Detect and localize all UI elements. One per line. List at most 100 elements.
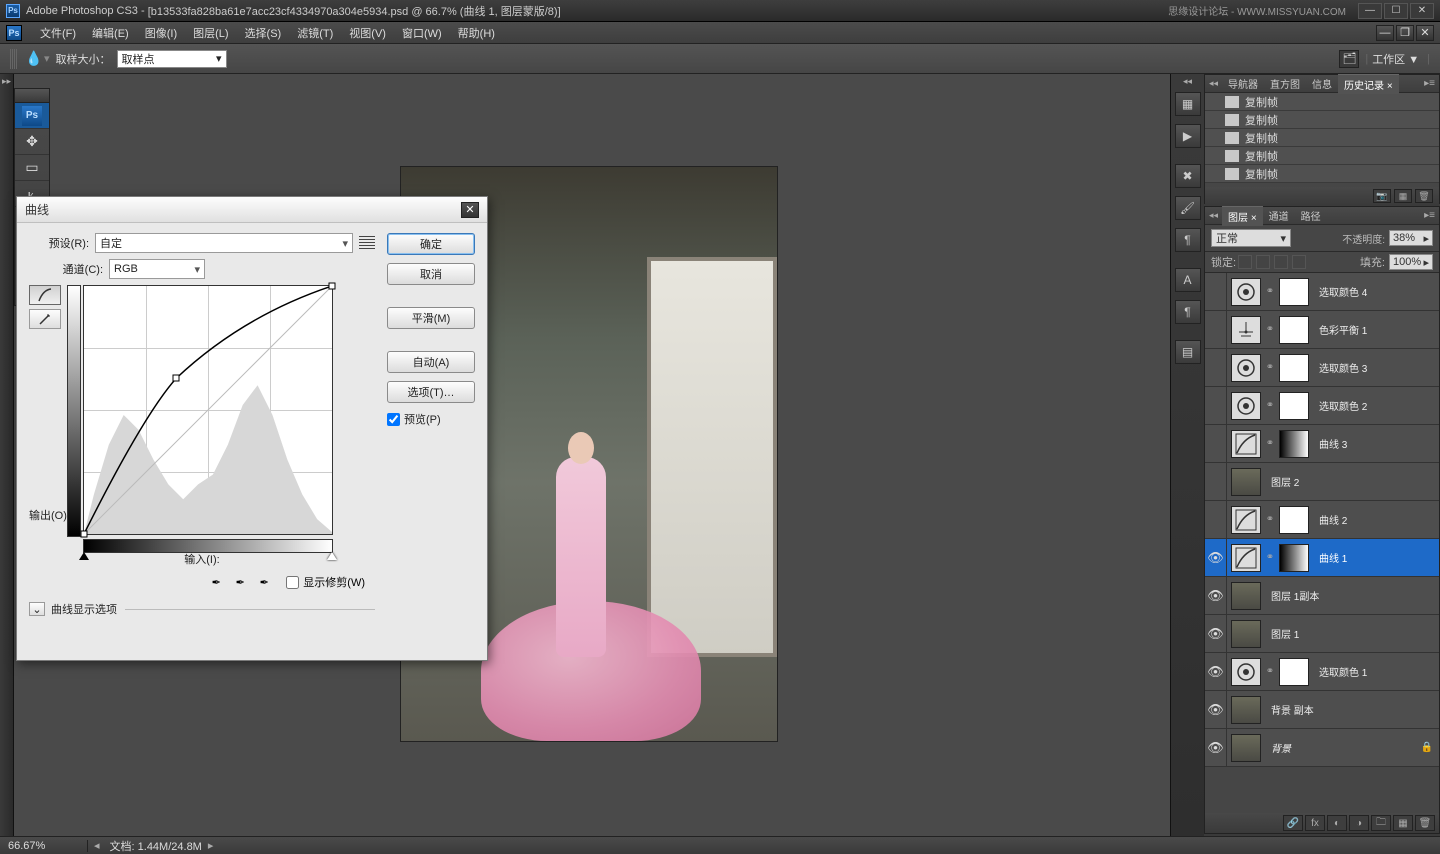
dock-icon-5[interactable]: ¶ bbox=[1175, 228, 1201, 252]
visibility-toggle[interactable] bbox=[1205, 501, 1227, 538]
dock-icon-8[interactable]: ▤ bbox=[1175, 340, 1201, 364]
layer-row[interactable]: 👁 背景 副本 bbox=[1205, 691, 1439, 729]
lock-transparent-button[interactable] bbox=[1238, 255, 1252, 269]
history-item[interactable]: 复制帧 bbox=[1205, 129, 1439, 147]
link-layers-button[interactable]: 🔗 bbox=[1283, 815, 1303, 831]
tab-histogram[interactable]: 直方图 bbox=[1264, 74, 1306, 93]
visibility-toggle[interactable]: 👁 bbox=[1205, 539, 1227, 576]
black-point-slider[interactable] bbox=[79, 552, 89, 560]
visibility-toggle[interactable]: 👁 bbox=[1205, 729, 1227, 766]
document-info[interactable]: 文档: 1.44M/24.8M bbox=[110, 838, 202, 854]
layer-name[interactable]: 选取颜色 3 bbox=[1313, 360, 1439, 375]
lock-position-button[interactable] bbox=[1274, 255, 1288, 269]
visibility-toggle[interactable] bbox=[1205, 387, 1227, 424]
visibility-toggle[interactable]: 👁 bbox=[1205, 691, 1227, 728]
curve-draw-mode-button[interactable] bbox=[29, 309, 61, 329]
history-item[interactable]: 复制帧 bbox=[1205, 147, 1439, 165]
visibility-toggle[interactable] bbox=[1205, 349, 1227, 386]
close-button[interactable]: ✕ bbox=[1410, 3, 1434, 19]
layer-thumb[interactable] bbox=[1231, 468, 1261, 496]
expand-dock-icon[interactable]: ▸▸ bbox=[0, 74, 13, 88]
mask-link-icon[interactable]: ⚭ bbox=[1265, 286, 1275, 297]
curve-point-shadow[interactable] bbox=[81, 531, 88, 538]
history-new-button[interactable]: ▦ bbox=[1394, 189, 1412, 203]
go-bridge-icon[interactable]: 🗂 bbox=[1339, 50, 1359, 68]
layer-row[interactable]: ⚭选取颜色 3 bbox=[1205, 349, 1439, 387]
expand-options-button[interactable]: ⌄ bbox=[29, 602, 45, 616]
gray-eyedropper-icon[interactable]: ✒ bbox=[230, 573, 250, 591]
layer-row[interactable]: 👁 图层 1副本 bbox=[1205, 577, 1439, 615]
collapse-panel-icon[interactable]: ◂◂ bbox=[1205, 78, 1222, 89]
layer-name[interactable]: 选取颜色 4 bbox=[1313, 284, 1439, 299]
layer-thumb[interactable] bbox=[1231, 696, 1261, 724]
dock-icon-6[interactable]: A bbox=[1175, 268, 1201, 292]
layer-mask-thumb[interactable] bbox=[1279, 506, 1309, 534]
mask-link-icon[interactable]: ⚭ bbox=[1265, 666, 1275, 677]
layer-row[interactable]: ⚭选取颜色 2 bbox=[1205, 387, 1439, 425]
layer-name[interactable]: 图层 1副本 bbox=[1265, 588, 1439, 603]
panel-menu-icon[interactable]: ▸≡ bbox=[1420, 78, 1439, 89]
dialog-close-button[interactable]: ✕ bbox=[461, 202, 479, 218]
menu-view[interactable]: 视图(V) bbox=[341, 23, 394, 43]
adjustment-layer-button[interactable]: ◑ bbox=[1349, 815, 1369, 831]
show-clipping-checkbox[interactable]: 显示修剪(W) bbox=[286, 574, 365, 590]
layer-name[interactable]: 背景 bbox=[1265, 740, 1421, 755]
adjustment-thumb[interactable] bbox=[1231, 392, 1261, 420]
menu-layer[interactable]: 图层(L) bbox=[185, 23, 236, 43]
visibility-toggle[interactable]: 👁 bbox=[1205, 577, 1227, 614]
visibility-toggle[interactable] bbox=[1205, 311, 1227, 348]
layer-name[interactable]: 色彩平衡 1 bbox=[1313, 322, 1439, 337]
mask-link-icon[interactable]: ⚭ bbox=[1265, 438, 1275, 449]
layer-name[interactable]: 曲线 3 bbox=[1313, 436, 1439, 451]
visibility-toggle[interactable]: 👁 bbox=[1205, 653, 1227, 690]
layer-row[interactable]: 👁 ⚭ 选取颜色 1 bbox=[1205, 653, 1439, 691]
collapse-panel-icon[interactable]: ◂◂ bbox=[1205, 210, 1222, 221]
delete-layer-button[interactable]: 🗑 bbox=[1415, 815, 1435, 831]
menu-window[interactable]: 窗口(W) bbox=[394, 23, 450, 43]
layer-name[interactable]: 选取颜色 1 bbox=[1313, 664, 1439, 679]
history-snapshot-button[interactable]: 📷 bbox=[1373, 189, 1391, 203]
tool-move[interactable]: ✥ bbox=[15, 129, 49, 155]
workspace-label[interactable]: 工作区 ▼ bbox=[1368, 51, 1427, 67]
doc-minimize-button[interactable]: — bbox=[1376, 25, 1394, 41]
tab-channels[interactable]: 通道 bbox=[1263, 206, 1295, 225]
layer-name[interactable]: 背景 副本 bbox=[1265, 702, 1439, 717]
adjustment-thumb[interactable] bbox=[1231, 354, 1261, 382]
smooth-button[interactable]: 平滑(M) bbox=[387, 307, 475, 329]
layer-thumb[interactable] bbox=[1231, 620, 1261, 648]
menu-select[interactable]: 选择(S) bbox=[237, 23, 290, 43]
dock-icon-3[interactable]: ✖ bbox=[1175, 164, 1201, 188]
layer-name[interactable]: 图层 1 bbox=[1265, 626, 1439, 641]
history-item[interactable]: 复制帧 bbox=[1205, 93, 1439, 111]
lock-all-button[interactable] bbox=[1292, 255, 1306, 269]
menu-help[interactable]: 帮助(H) bbox=[450, 23, 503, 43]
preview-checkbox[interactable]: 预览(P) bbox=[387, 411, 475, 427]
layer-row[interactable]: 图层 2 bbox=[1205, 463, 1439, 501]
auto-button[interactable]: 自动(A) bbox=[387, 351, 475, 373]
collapse-dock-icon[interactable]: ◂◂ bbox=[1171, 74, 1204, 88]
new-layer-button[interactable]: ▦ bbox=[1393, 815, 1413, 831]
mask-link-icon[interactable]: ⚭ bbox=[1265, 552, 1275, 563]
layer-name[interactable]: 曲线 2 bbox=[1313, 512, 1439, 527]
curves-grid[interactable] bbox=[83, 285, 333, 535]
curve-point-highlight[interactable] bbox=[329, 283, 336, 290]
layer-mask-thumb[interactable] bbox=[1279, 354, 1309, 382]
fill-input[interactable]: 100%▸ bbox=[1389, 254, 1433, 270]
minimize-button[interactable]: — bbox=[1358, 3, 1382, 19]
lock-pixels-button[interactable] bbox=[1256, 255, 1270, 269]
history-delete-button[interactable]: 🗑 bbox=[1415, 189, 1433, 203]
menu-filter[interactable]: 滤镜(T) bbox=[289, 23, 341, 43]
panel-menu-icon[interactable]: ▸≡ bbox=[1420, 210, 1439, 221]
doc-close-button[interactable]: ✕ bbox=[1416, 25, 1434, 41]
doc-restore-button[interactable]: ❐ bbox=[1396, 25, 1414, 41]
curve-point-mid[interactable] bbox=[172, 374, 179, 381]
preset-menu-icon[interactable] bbox=[359, 236, 375, 250]
curve-point-mode-button[interactable] bbox=[29, 285, 61, 305]
tab-layers[interactable]: 图层 × bbox=[1222, 206, 1263, 226]
visibility-toggle[interactable] bbox=[1205, 425, 1227, 462]
dock-icon-4[interactable]: 🖌 bbox=[1175, 196, 1201, 220]
tab-navigator[interactable]: 导航器 bbox=[1222, 74, 1264, 93]
menu-edit[interactable]: 编辑(E) bbox=[84, 23, 137, 43]
mask-link-icon[interactable]: ⚭ bbox=[1265, 400, 1275, 411]
adjustment-thumb[interactable] bbox=[1231, 506, 1261, 534]
